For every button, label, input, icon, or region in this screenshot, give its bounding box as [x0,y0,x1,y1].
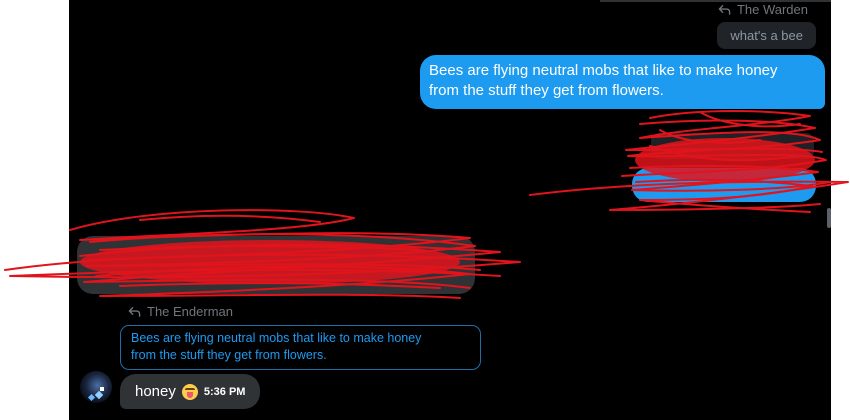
sent-message-bubble[interactable]: Bees are flying neutral mobs that like t… [420,55,825,109]
tongue-out-face-icon [181,383,198,400]
redacted-message [651,133,814,159]
message-line: from the stuff they get from flowers. [429,82,664,99]
scrollbar[interactable] [827,208,831,228]
redacted-message [77,236,475,294]
quoted-message[interactable]: Bees are flying neutral mobs that like t… [120,325,481,370]
received-message-bubble[interactable]: honey 5:36 PM [120,374,261,409]
reply-to-name: The Enderman [147,304,233,319]
chat-panel: The Warden what's a bee Bees are flying … [69,0,831,420]
message-text: honey [135,383,176,400]
avatar[interactable] [80,371,112,403]
quoted-line: from the stuff they get from flowers. [131,348,327,362]
reply-arrow-icon [128,305,141,318]
quoted-message[interactable]: what's a bee [717,22,816,49]
redacted-message [632,168,816,202]
quoted-line: Bees are flying neutral mobs that like t… [131,331,422,345]
reply-context-enderman: The Enderman [128,304,233,319]
reply-context-warden: The Warden [718,2,808,17]
reply-arrow-icon [718,3,731,16]
message-timestamp: 5:36 PM [203,385,246,398]
reply-to-name: The Warden [736,2,808,17]
message-line: Bees are flying neutral mobs that like t… [429,62,778,79]
